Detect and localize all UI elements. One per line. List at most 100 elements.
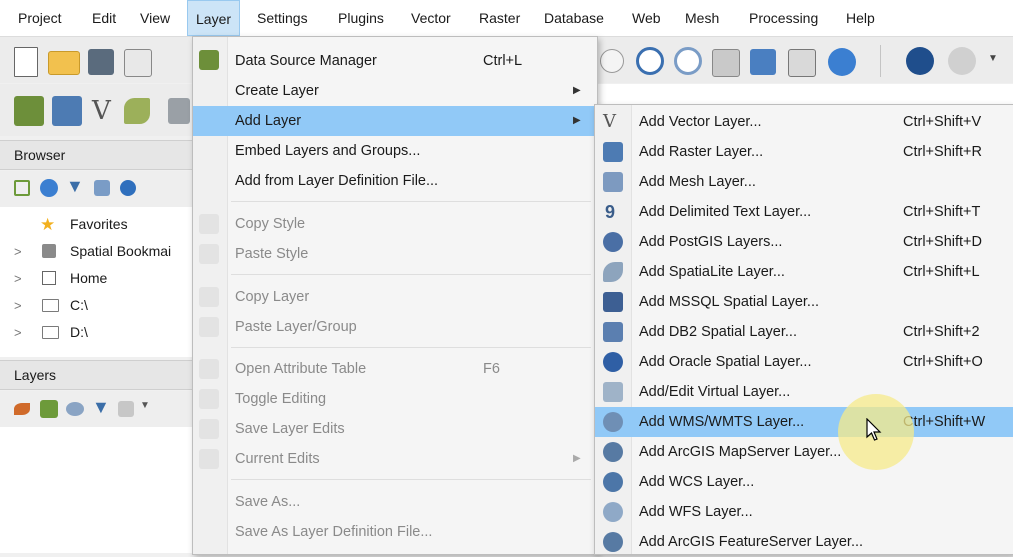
chevron-right-icon[interactable]: > [14,319,22,346]
menu-view[interactable]: View [132,0,178,36]
add-selected-icon[interactable] [14,180,30,196]
star-icon: ★ [40,215,56,234]
menu-item-add-mssql[interactable]: Add MSSQL Spatial Layer... [595,287,1013,317]
zoom-last-icon[interactable] [712,49,740,77]
menu-item-add-vector-layer[interactable]: V Add Vector Layer... Ctrl+Shift+V [595,107,1013,137]
open-folder-icon[interactable] [48,51,80,75]
chevron-right-icon[interactable]: > [14,265,22,292]
filter-expression-icon[interactable] [118,401,134,417]
menu-item-data-source-manager[interactable]: Data Source Manager Ctrl+L [193,46,597,76]
refresh-icon[interactable] [828,48,856,76]
browser-item-c-drive[interactable]: > C:\ [0,292,192,319]
chevron-right-icon[interactable]: > [14,292,22,319]
menu-item-add-arcgis-mapserver[interactable]: Add ArcGIS MapServer Layer... [595,437,1013,467]
menu-item-save-as[interactable]: Save As... [193,487,597,517]
add-raster-icon[interactable] [52,96,82,126]
menu-item-label: Add/Edit Virtual Layer... [639,384,791,400]
menu-item-add-wfs[interactable]: Add WFS Layer... [595,497,1013,527]
menu-item-label: Add ArcGIS MapServer Layer... [639,444,842,460]
menu-item-label: Toggle Editing [235,391,327,407]
menu-item-label: Embed Layers and Groups... [235,143,421,159]
browser-item-spatial-bookmarks[interactable]: > Spatial Bookmai [0,238,192,265]
style-paintbrush-icon[interactable] [14,403,30,415]
menu-item-label: Add WFS Layer... [639,504,753,520]
browser-item-favorites[interactable]: ★ Favorites [0,211,192,238]
menu-item-add-wcs[interactable]: Add WCS Layer... [595,467,1013,497]
add-spatialite-icon[interactable] [124,98,150,124]
menu-layer[interactable]: Layer [187,0,241,36]
browser-item-label: Home [70,270,108,286]
menu-project[interactable]: Project [10,0,70,36]
menu-help[interactable]: Help [838,0,883,36]
home-icon [42,271,56,285]
menu-item-add-delimited-text[interactable]: 9 Add Delimited Text Layer... Ctrl+Shift… [595,197,1013,227]
settings-gear-icon[interactable] [948,47,976,75]
collapse-all-icon[interactable] [94,180,110,196]
menu-processing[interactable]: Processing [741,0,826,36]
browser-item-d-drive[interactable]: > D:\ [0,319,192,346]
menu-item-add-oracle[interactable]: Add Oracle Spatial Layer... Ctrl+Shift+O [595,347,1013,377]
menu-item-current-edits[interactable]: Current Edits ▶ [193,444,597,474]
menu-item-add-layer[interactable]: Add Layer ▶ [193,106,597,136]
visibility-eye-icon[interactable] [66,402,84,416]
menu-settings[interactable]: Settings [249,0,316,36]
chevron-right-icon[interactable]: > [14,238,22,265]
menu-item-create-layer[interactable]: Create Layer ▶ [193,76,597,106]
menu-vector[interactable]: Vector [403,0,459,36]
browser-item-label: C:\ [70,297,88,313]
menu-mesh[interactable]: Mesh [677,0,727,36]
menu-item-shortcut: F6 [483,361,500,377]
menu-item-paste-layer[interactable]: Paste Layer/Group [193,312,597,342]
save-as-icon[interactable] [124,49,152,77]
menu-database[interactable]: Database [536,0,612,36]
add-group-icon[interactable] [40,400,58,418]
filter-icon[interactable]: ▼ [92,397,110,418]
zoom-to-selection-icon[interactable] [636,47,664,75]
menu-item-add-postgis[interactable]: Add PostGIS Layers... Ctrl+Shift+D [595,227,1013,257]
menu-item-copy-layer[interactable]: Copy Layer [193,282,597,312]
save-icon[interactable] [88,49,114,75]
submenu-arrow-icon: ▶ [573,85,581,96]
zoom-to-layer-icon[interactable] [674,47,702,75]
filter-icon[interactable]: ▼ [66,176,84,197]
chevron-down-icon[interactable]: ▼ [988,53,998,64]
identify-icon[interactable] [906,47,934,75]
menu-bar: Project Edit View Layer Settings Plugins… [0,0,1013,37]
wfs-globe-icon [603,502,623,522]
menu-item-label: Add Layer [235,113,302,129]
zoom-native-icon[interactable] [600,49,624,73]
menu-item-save-layer-edits[interactable]: Save Layer Edits [193,414,597,444]
refresh-icon[interactable] [40,179,58,197]
menu-item-add-wms-wmts[interactable]: Add WMS/WMTS Layer... Ctrl+Shift+W [595,407,1013,437]
menu-separator [231,201,591,202]
add-more-icon[interactable] [168,98,190,124]
menu-item-save-as-definition[interactable]: Save As Layer Definition File... [193,517,597,547]
menu-item-open-attribute-table[interactable]: Open Attribute Table F6 [193,354,597,384]
menu-item-add-virtual-layer[interactable]: Add/Edit Virtual Layer... [595,377,1013,407]
menu-item-add-mesh-layer[interactable]: Add Mesh Layer... [595,167,1013,197]
menu-plugins[interactable]: Plugins [330,0,392,36]
chevron-down-icon[interactable]: ▼ [140,400,150,411]
show-bookmarks-icon[interactable] [788,49,816,77]
menu-item-copy-style[interactable]: Copy Style [193,209,597,239]
menu-edit[interactable]: Edit [84,0,124,36]
mssql-icon [603,292,623,312]
new-bookmark-icon[interactable] [750,49,776,75]
menu-item-paste-style[interactable]: Paste Style [193,239,597,269]
properties-info-icon[interactable] [120,180,136,196]
menu-item-add-db2[interactable]: Add DB2 Spatial Layer... Ctrl+Shift+2 [595,317,1013,347]
browser-item-home[interactable]: > Home [0,265,192,292]
menu-raster[interactable]: Raster [471,0,528,36]
menu-item-add-raster-layer[interactable]: Add Raster Layer... Ctrl+Shift+R [595,137,1013,167]
menu-item-add-spatialite[interactable]: Add SpatiaLite Layer... Ctrl+Shift+L [595,257,1013,287]
add-vector-icon[interactable]: V [92,96,111,126]
submenu-arrow-icon: ▶ [573,453,581,464]
menu-item-embed-layers[interactable]: Embed Layers and Groups... [193,136,597,166]
menu-item-add-from-definition[interactable]: Add from Layer Definition File... [193,166,597,196]
menu-web[interactable]: Web [624,0,669,36]
data-source-manager-icon[interactable] [14,96,44,126]
new-project-icon[interactable] [14,47,38,77]
menu-item-toggle-editing[interactable]: Toggle Editing [193,384,597,414]
menu-item-shortcut: Ctrl+Shift+W [903,414,986,430]
menu-item-shortcut: Ctrl+Shift+O [903,354,983,370]
